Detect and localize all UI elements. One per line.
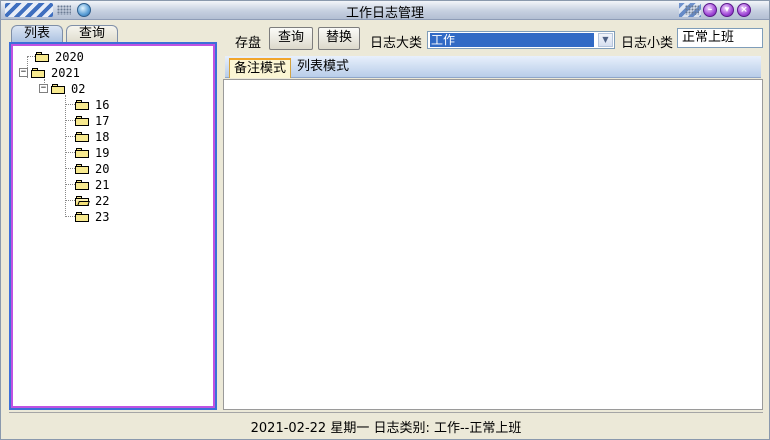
tree-node-day[interactable]: 16 bbox=[75, 97, 109, 112]
folder-icon bbox=[75, 163, 89, 174]
date-tree-frame: 2020 − 2021 − 02 16 17 18 19 20 21 22 23 bbox=[9, 42, 217, 410]
collapse-icon[interactable]: − bbox=[39, 84, 48, 93]
note-editor[interactable] bbox=[223, 79, 763, 410]
tab-query[interactable]: 查询 bbox=[66, 25, 118, 43]
tree-node-label: 23 bbox=[95, 209, 110, 224]
category-select-value: 工作 bbox=[430, 33, 594, 47]
tree-node-label: 2021 bbox=[51, 65, 80, 80]
tree-node-label: 20 bbox=[95, 161, 110, 176]
tree-node-day[interactable]: 23 bbox=[75, 209, 109, 224]
folder-icon bbox=[75, 99, 89, 110]
title-bar[interactable]: 工作日志管理 – ▾ × bbox=[1, 1, 769, 21]
replace-button[interactable]: 替换 bbox=[318, 27, 360, 50]
toolbar: 存盘 查询 替换 日志大类 工作 ▼ 日志小类 正常上班 bbox=[225, 26, 765, 52]
tab-note-mode[interactable]: 备注模式 bbox=[229, 58, 291, 78]
tree-node-day[interactable]: 19 bbox=[75, 145, 109, 160]
minimize-icon[interactable]: – bbox=[703, 3, 717, 17]
folder-icon bbox=[75, 179, 89, 190]
tree-node-label: 19 bbox=[95, 145, 110, 160]
tree-node-day[interactable]: 21 bbox=[75, 177, 109, 192]
chevron-down-icon[interactable]: ▼ bbox=[598, 33, 613, 47]
save-button[interactable]: 存盘 bbox=[235, 32, 261, 51]
mode-tabs: 备注模式 列表模式 bbox=[225, 56, 761, 78]
tree-node-day[interactable]: 20 bbox=[75, 161, 109, 176]
tree-node-label: 22 bbox=[95, 193, 110, 208]
collapse-icon[interactable]: − bbox=[19, 68, 28, 77]
tree-node-label: 2020 bbox=[55, 49, 84, 64]
tree-node-month[interactable]: − 02 bbox=[39, 81, 85, 96]
tree-node-day[interactable]: 17 bbox=[75, 113, 109, 128]
subcategory-field[interactable]: 正常上班 bbox=[677, 28, 763, 48]
tree-node-label: 21 bbox=[95, 177, 110, 192]
tree-node-year[interactable]: − 2021 bbox=[19, 65, 80, 80]
maximize-icon[interactable]: ▾ bbox=[720, 3, 734, 17]
tree-node-day[interactable]: 18 bbox=[75, 129, 109, 144]
subcategory-label: 日志小类 bbox=[621, 36, 674, 51]
category-label: 日志大类 bbox=[370, 36, 423, 51]
folder-open-icon bbox=[75, 195, 90, 206]
tab-list[interactable]: 列表 bbox=[11, 25, 63, 43]
status-bar: 2021-02-22 星期一 日志类别: 工作--正常上班 bbox=[9, 412, 763, 436]
tree-node-label: 18 bbox=[95, 129, 110, 144]
date-tree[interactable]: 2020 − 2021 − 02 16 17 18 19 20 21 22 23 bbox=[13, 46, 213, 406]
folder-icon bbox=[75, 115, 89, 126]
folder-icon bbox=[75, 131, 89, 142]
tree-node-label: 17 bbox=[95, 113, 110, 128]
category-select[interactable]: 工作 ▼ bbox=[427, 31, 615, 49]
folder-icon bbox=[75, 211, 89, 222]
window-title: 工作日志管理 bbox=[345, 6, 424, 21]
folder-icon bbox=[35, 51, 49, 62]
tree-node-day-selected[interactable]: 22 bbox=[75, 193, 109, 208]
tab-list-mode[interactable]: 列表模式 bbox=[293, 58, 355, 78]
folder-icon bbox=[51, 83, 65, 94]
folder-icon bbox=[75, 147, 89, 158]
tree-node-label: 02 bbox=[71, 81, 86, 96]
close-icon[interactable]: × bbox=[737, 3, 751, 17]
title-decoration-dots-right bbox=[685, 5, 699, 15]
query-button[interactable]: 查询 bbox=[269, 27, 313, 50]
tree-node-label: 16 bbox=[95, 97, 110, 112]
folder-icon bbox=[31, 67, 45, 78]
tree-node-year[interactable]: 2020 bbox=[35, 49, 84, 64]
app-window: 工作日志管理 – ▾ × 列表 查询 2020 − 2021 − 02 16 1… bbox=[0, 0, 770, 440]
status-text: 2021-02-22 星期一 日志类别: 工作--正常上班 bbox=[250, 421, 522, 436]
